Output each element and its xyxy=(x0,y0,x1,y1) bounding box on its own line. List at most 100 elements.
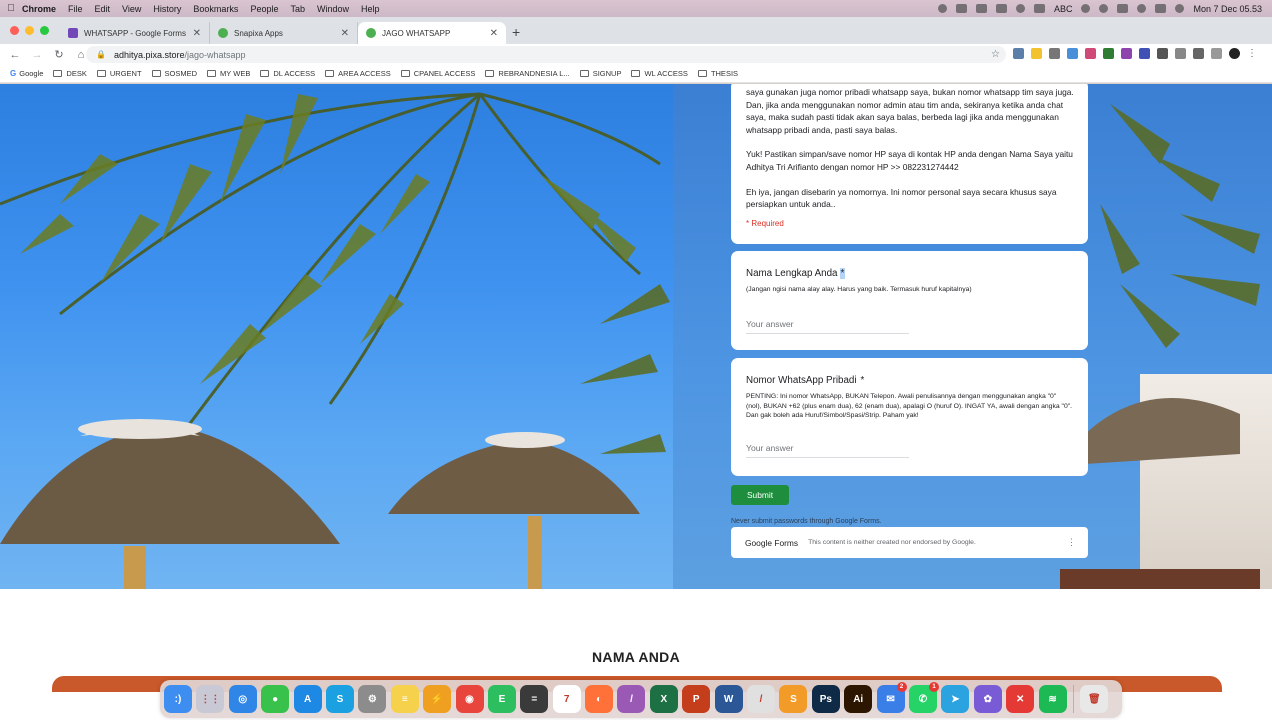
more-menu-icon[interactable]: ⋮ xyxy=(1247,48,1258,59)
profile-avatar[interactable] xyxy=(1229,48,1240,59)
dock-calendar-icon[interactable]: 7 xyxy=(552,685,581,713)
menu-item-people[interactable]: People xyxy=(250,4,278,14)
bookmark-area-access[interactable]: AREA ACCESS xyxy=(325,69,391,78)
menu-item-window[interactable]: Window xyxy=(317,4,349,14)
dock-calculator-icon[interactable]: = xyxy=(520,685,549,713)
dock-firefox-icon[interactable]: ◐ xyxy=(585,685,614,713)
status-icon[interactable] xyxy=(975,4,987,13)
dock-powerpoint-icon[interactable]: P xyxy=(682,685,711,713)
dock-reeder-icon[interactable]: ⚡ xyxy=(423,685,452,713)
dock-creative-icon[interactable]: ✿ xyxy=(973,685,1002,713)
dock-photoshop-icon[interactable]: Ps xyxy=(811,685,840,713)
menu-item-history[interactable]: History xyxy=(153,4,181,14)
control-center-icon[interactable] xyxy=(1155,4,1167,13)
dock-notes-icon[interactable]: ≡ xyxy=(390,685,419,713)
dock-evernote-icon[interactable]: E xyxy=(487,685,516,713)
close-tab-icon[interactable]: ✕ xyxy=(341,28,349,39)
full-name-input[interactable]: Your answer xyxy=(746,319,909,334)
dock-whatsapp-icon[interactable]: ✆ 1 xyxy=(908,682,939,713)
bookmark-star-icon[interactable]: ☆ xyxy=(991,49,1000,60)
dock-word-icon[interactable]: W xyxy=(714,685,743,713)
status-icon[interactable] xyxy=(955,4,967,13)
dock-system-preferences-icon[interactable]: ⚙ xyxy=(358,685,387,713)
extension-icon[interactable] xyxy=(1157,48,1168,59)
apple-menu-icon[interactable]:  xyxy=(0,3,22,14)
address-bar[interactable]: 🔒 adhitya.pixa.store /jago-whatsapp ☆ xyxy=(86,46,1006,63)
close-window-button[interactable] xyxy=(10,26,19,35)
search-icon[interactable] xyxy=(1137,4,1147,13)
dock-app-store-icon[interactable]: A xyxy=(293,685,322,713)
clock[interactable]: Mon 7 Dec 05.53 xyxy=(1193,4,1262,14)
input-source[interactable]: ABC xyxy=(1054,4,1073,14)
google-forms-logo[interactable]: Google Forms xyxy=(745,538,798,548)
dock-messages-icon[interactable]: ● xyxy=(261,685,290,713)
bookmark-sosmed[interactable]: SOSMED xyxy=(151,69,197,78)
dock-remover-icon[interactable]: ✕ xyxy=(1006,685,1035,713)
extension-icon[interactable] xyxy=(1049,48,1060,59)
minimize-window-button[interactable] xyxy=(25,26,34,35)
back-icon[interactable]: ← xyxy=(8,49,22,61)
submit-button[interactable]: Submit xyxy=(731,485,789,505)
extension-icon[interactable] xyxy=(1085,48,1096,59)
wifi-icon[interactable] xyxy=(1117,4,1129,13)
extensions-puzzle-icon[interactable] xyxy=(1193,48,1204,59)
menu-app-name[interactable]: Chrome xyxy=(22,4,56,14)
dock-launchpad-icon[interactable]: ⋮⋮ xyxy=(196,685,225,713)
dock-spotify-icon[interactable]: ≋ xyxy=(1038,685,1067,713)
whatsapp-number-input[interactable]: Your answer xyxy=(746,443,909,458)
bookmark-urgent[interactable]: URGENT xyxy=(96,69,142,78)
dock-chrome-icon[interactable]: ◉ xyxy=(455,685,484,713)
dock-illustrator-icon[interactable]: Ai xyxy=(844,685,873,713)
forward-icon[interactable]: → xyxy=(30,49,44,61)
dock-safari-icon[interactable]: ◎ xyxy=(228,685,257,713)
bookmark-google[interactable]: G Google xyxy=(10,69,43,78)
bookmark-signup[interactable]: SIGNUP xyxy=(579,69,621,78)
dock-finder-icon[interactable]: :) xyxy=(164,685,192,713)
dock-mail-icon[interactable]: ✉ 2 xyxy=(876,682,907,713)
lock-icon[interactable]: 🔒 xyxy=(96,50,106,59)
bookmark-dl-access[interactable]: DL ACCESS xyxy=(260,69,315,78)
extension-icon[interactable] xyxy=(1139,48,1150,59)
dock-skype-icon[interactable]: S xyxy=(325,685,354,713)
menu-item-file[interactable]: File xyxy=(68,4,83,14)
more-options-icon[interactable]: ⋮ xyxy=(1067,537,1076,548)
menu-item-help[interactable]: Help xyxy=(361,4,380,14)
menu-item-bookmarks[interactable]: Bookmarks xyxy=(193,4,238,14)
dock-telegram-icon[interactable]: ➤ xyxy=(941,685,970,713)
bookmark-cpanel-access[interactable]: CPANEL ACCESS xyxy=(400,69,475,78)
bookmark-thesis[interactable]: THESIS xyxy=(697,69,738,78)
menu-item-view[interactable]: View xyxy=(122,4,141,14)
extension-icon[interactable] xyxy=(1013,48,1024,59)
bookmark-wl-access[interactable]: WL ACCESS xyxy=(631,69,688,78)
bookmark-my-web[interactable]: MY WEB xyxy=(207,69,250,78)
tab-snapixa-apps[interactable]: Snapixa Apps ✕ xyxy=(210,22,358,44)
siri-icon[interactable] xyxy=(1175,4,1185,13)
dock-sublime-icon[interactable]: S xyxy=(779,685,808,713)
extension-icon[interactable] xyxy=(1103,48,1114,59)
tab-google-forms[interactable]: WHATSAPP - Google Forms ✕ xyxy=(60,22,210,44)
battery-icon[interactable] xyxy=(1033,4,1045,13)
menu-item-edit[interactable]: Edit xyxy=(95,4,111,14)
bookmark-rebrandnesia-l[interactable]: REBRANDNESIA L... xyxy=(485,69,570,78)
dock-pen-icon[interactable]: / xyxy=(617,685,646,713)
tab-jago-whatsapp[interactable]: JAGO WHATSAPP ✕ xyxy=(358,22,506,44)
menu-item-tab[interactable]: Tab xyxy=(290,4,305,14)
close-tab-icon[interactable]: ✕ xyxy=(490,28,498,39)
extension-icon[interactable] xyxy=(1031,48,1042,59)
status-icon[interactable] xyxy=(1015,4,1025,13)
dock-excel-icon[interactable]: X xyxy=(649,685,678,713)
dock-scrivener-icon[interactable]: / xyxy=(747,685,776,713)
zoom-window-button[interactable] xyxy=(40,26,49,35)
status-icon[interactable] xyxy=(995,4,1007,13)
extension-icon[interactable] xyxy=(1067,48,1078,59)
headphones-icon[interactable] xyxy=(1081,4,1091,13)
reading-list-icon[interactable] xyxy=(1211,48,1222,59)
close-tab-icon[interactable]: ✕ xyxy=(193,28,201,39)
dock-trash-icon[interactable]: 🗑 xyxy=(1080,685,1109,713)
reload-icon[interactable]: ↻ xyxy=(52,48,66,61)
new-tab-icon[interactable]: + xyxy=(512,24,520,40)
extension-icon[interactable] xyxy=(1121,48,1132,59)
status-icon[interactable] xyxy=(937,4,947,13)
extension-icon[interactable] xyxy=(1175,48,1186,59)
bookmark-desk[interactable]: DESK xyxy=(53,69,87,78)
